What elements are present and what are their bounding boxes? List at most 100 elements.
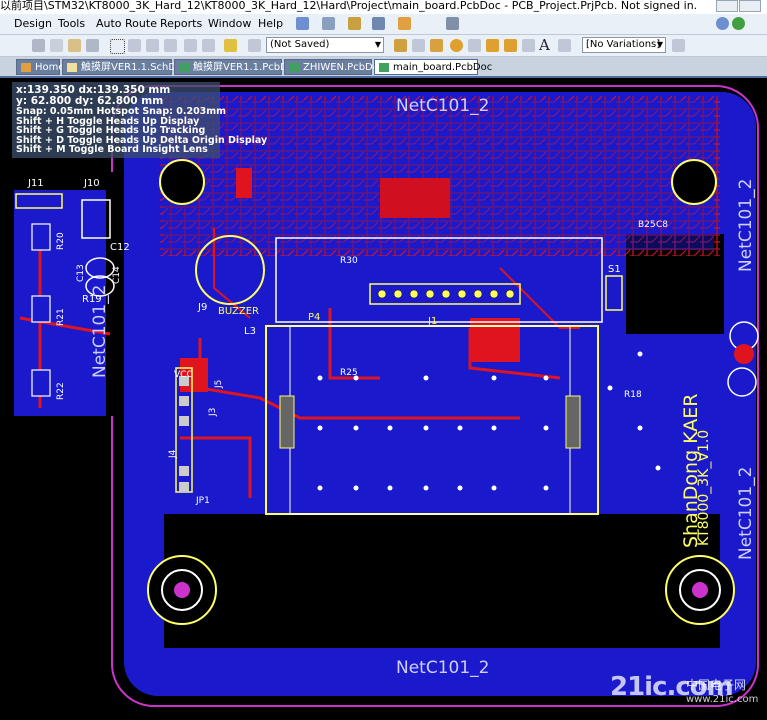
tab-label: Home <box>35 62 65 73</box>
watermark-cn: 中国电子网 <box>686 678 747 692</box>
net-label-right-bottom: NetC101_2 <box>736 466 756 560</box>
back-icon[interactable] <box>716 17 729 30</box>
silk-b25: B25 <box>638 220 656 230</box>
deselect-icon[interactable] <box>146 39 159 52</box>
tab-zhiwen-pcbdoc[interactable]: ZHIWEN.PcbDoc <box>284 59 384 75</box>
window-title: 以前项目\STM32\KT8000_3K_Hard_12\KT8000_3K_H… <box>0 0 698 12</box>
silk-j5: J5 <box>214 379 224 388</box>
silk-c8: C8 <box>656 220 669 230</box>
maximize-button[interactable] <box>739 0 761 12</box>
silk-j9: J9 <box>198 302 208 313</box>
region-icon[interactable] <box>522 39 535 52</box>
tab-home[interactable]: Home <box>16 59 65 75</box>
watermark-url: www.21ic.com <box>686 694 759 705</box>
title-bar: 以前项目\STM32\KT8000_3K_Hard_12\KT8000_3K_H… <box>0 0 767 15</box>
via-icon[interactable] <box>450 39 463 52</box>
undo-icon[interactable] <box>184 39 197 52</box>
move-icon[interactable] <box>128 39 141 52</box>
schematic-doc-icon <box>67 63 77 72</box>
route-icon[interactable] <box>296 17 309 30</box>
place-icon[interactable] <box>322 17 335 30</box>
silk-s1: S1 <box>608 264 621 275</box>
silk-j1: J1 <box>428 316 438 327</box>
chevron-down-icon: ▼ <box>374 40 381 49</box>
grid-icon[interactable] <box>446 17 459 30</box>
silk-vcc: VCC <box>174 370 193 380</box>
menu-auto-route[interactable]: Auto Route <box>94 16 159 32</box>
inspect-icon[interactable] <box>248 39 261 52</box>
pcb-canvas[interactable]: NetC101_2 NetC101_2 NetC101_2 NetC101_2 … <box>0 78 767 720</box>
silk-j3: J3 <box>208 407 218 416</box>
silk-r25: R25 <box>340 368 358 378</box>
keepout-bottom <box>164 514 720 648</box>
silk-r19: R19 <box>82 294 102 305</box>
silk-r18: R18 <box>624 390 642 400</box>
net-label-bottom: NetC101_2 <box>396 658 490 678</box>
menu-bar: Design Tools Auto Route Reports Window H… <box>0 14 767 35</box>
select-area-icon[interactable] <box>110 39 125 54</box>
multi-route-icon[interactable] <box>430 39 443 52</box>
interactive-route-icon[interactable] <box>394 39 407 52</box>
save-state-combo[interactable]: (Not Saved) ▼ <box>266 37 384 53</box>
menu-window[interactable]: Window <box>206 16 253 32</box>
diff-pair-icon[interactable] <box>412 39 425 52</box>
tab-label: ZHIWEN.PcbDoc <box>303 62 385 73</box>
pcb-board-drawing[interactable] <box>0 78 767 720</box>
paste-icon[interactable] <box>68 39 81 52</box>
silk-r21: R21 <box>56 308 66 326</box>
menu-design[interactable]: Design <box>12 16 54 32</box>
pcb-doc-icon <box>379 63 389 72</box>
silk-r30: R30 <box>340 256 358 266</box>
variant-settings-icon[interactable] <box>672 39 685 52</box>
home-icon <box>21 63 31 72</box>
heads-up-display: x:139.350 dx:139.350 mm y: 62.800 dy: 62… <box>12 82 267 158</box>
variations-value: [No Variations] <box>586 39 661 50</box>
silk-l3: L3 <box>244 326 256 337</box>
redo-icon[interactable] <box>202 39 215 52</box>
tab-label: main_board.PcbDoc <box>393 62 493 73</box>
arc-icon[interactable] <box>486 39 499 52</box>
menu-tools[interactable]: Tools <box>56 16 87 32</box>
cut-icon[interactable] <box>32 39 45 52</box>
minimize-button[interactable] <box>716 0 738 12</box>
tab-label: 触摸屏VER1.1.SchDoc <box>81 62 188 73</box>
align-icon[interactable] <box>348 17 361 30</box>
variations-combo[interactable]: [No Variations] ▼ <box>582 37 666 53</box>
menu-help[interactable]: Help <box>256 16 285 32</box>
silk-j10: J10 <box>84 178 100 189</box>
pcb-doc-icon <box>289 63 299 72</box>
check-icon[interactable] <box>164 39 177 52</box>
select-icon[interactable] <box>372 17 385 30</box>
hud-shortcut-m: Shift + M Toggle Board Insight Lens <box>16 144 208 156</box>
net-label-top: NetC101_2 <box>396 96 490 116</box>
menu-reports[interactable]: Reports <box>158 16 204 32</box>
pcb-toolbar: (Not Saved) ▼ A [No Variations] ▼ <box>0 35 767 57</box>
tab-main-board-pcbdoc[interactable]: main_board.PcbDoc <box>374 59 492 75</box>
tab-touch-pcbdoc[interactable]: 触摸屏VER1.1.PcbDoc <box>174 59 299 75</box>
rubber-stamp-icon[interactable] <box>86 39 99 52</box>
fill-icon[interactable] <box>504 39 517 52</box>
silk-p4: P4 <box>308 312 321 323</box>
silk-r22: R22 <box>56 382 66 400</box>
cross-probe-icon[interactable] <box>224 39 237 52</box>
silk-jp1: JP1 <box>196 496 210 506</box>
pad-icon[interactable] <box>468 39 481 52</box>
silk-c12: C12 <box>110 242 130 253</box>
chevron-down-icon: ▼ <box>656 40 663 49</box>
silk-r20: R20 <box>56 232 66 250</box>
silk-j4: J4 <box>168 449 178 458</box>
pcb-doc-icon <box>179 63 189 72</box>
silk-model: KT8000_3K_V1.0 <box>696 429 712 546</box>
component-icon[interactable] <box>558 39 571 52</box>
silk-j11: J11 <box>28 178 44 189</box>
document-tabs: Home 触摸屏VER1.1.SchDoc 触摸屏VER1.1.PcbDoc Z… <box>0 57 767 78</box>
distribute-icon[interactable] <box>398 17 411 30</box>
string-icon[interactable]: A <box>539 36 550 54</box>
forward-icon[interactable] <box>732 17 745 30</box>
silk-buzzer: BUZZER <box>218 306 259 317</box>
save-state-value: (Not Saved) <box>270 39 330 50</box>
silk-c13: C13 <box>76 264 86 282</box>
silk-c14: C14 <box>112 266 122 284</box>
tab-touch-schdoc[interactable]: 触摸屏VER1.1.SchDoc <box>62 59 188 75</box>
copy-icon[interactable] <box>50 39 63 52</box>
